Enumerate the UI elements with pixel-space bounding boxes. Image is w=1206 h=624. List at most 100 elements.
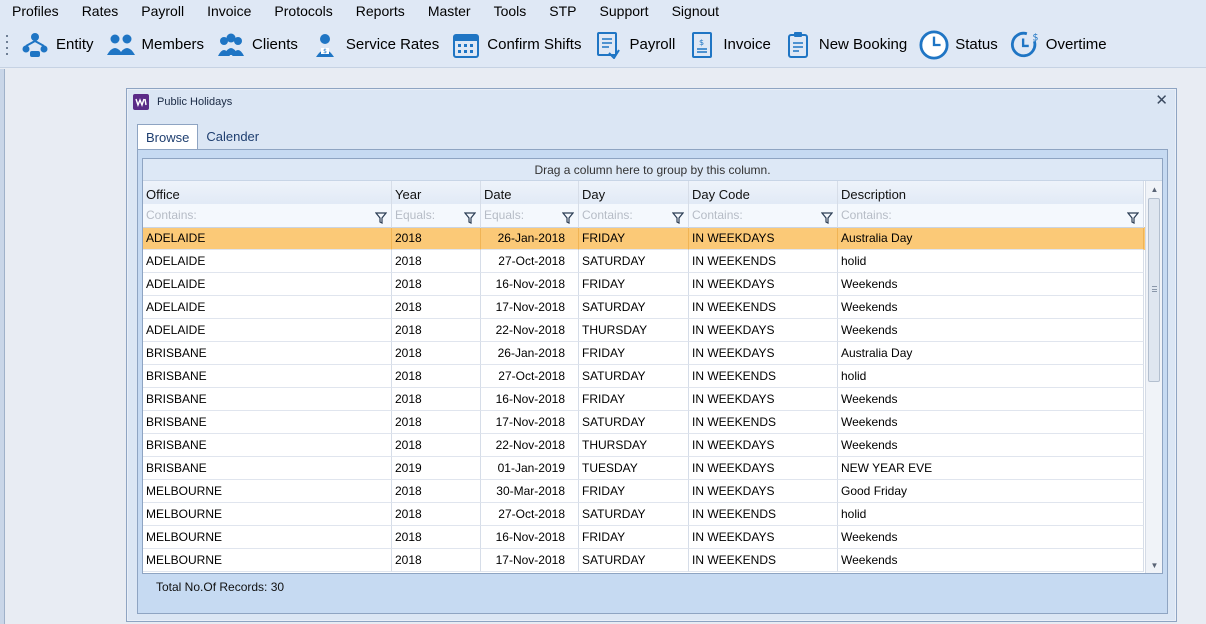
cell-description: Weekends — [838, 434, 1144, 457]
menu-item-reports[interactable]: Reports — [344, 0, 416, 22]
cell-office: MELBOURNE — [143, 549, 392, 572]
menu-item-tools[interactable]: Tools — [482, 0, 538, 22]
table-row[interactable]: ADELAIDE 2018 27-Oct-2018 SATURDAY IN WEEKEN… — [143, 250, 1145, 273]
cell-office: BRISBANE — [143, 411, 392, 434]
cell-day: TUESDAY — [579, 457, 689, 480]
table-row[interactable]: BRISBANE 2018 27-Oct-2018 SATURDAY IN WEEKEN… — [143, 365, 1145, 388]
menu-item-invoice[interactable]: Invoice — [195, 0, 262, 22]
filter-placeholder: Contains: — [692, 208, 743, 222]
filter-cell-office[interactable]: Contains: — [143, 204, 392, 228]
confirm-shifts-button[interactable]: Confirm Shifts — [447, 25, 589, 65]
cell-office: BRISBANE — [143, 365, 392, 388]
cell-year: 2018 — [392, 549, 481, 572]
filter-funnel-icon[interactable] — [820, 209, 834, 224]
filter-cell-year[interactable]: Equals: — [392, 204, 481, 228]
menu-bar: Profiles Rates Payroll Invoice Protocols Repo… — [0, 0, 1206, 22]
menu-item-protocols[interactable]: Protocols — [262, 0, 343, 22]
service-rates-button[interactable]: $ Service Rates — [306, 25, 447, 65]
invoice-button[interactable]: $ Invoice — [683, 25, 779, 65]
column-header-row: Office Year Date Day Day Code Description — [143, 181, 1145, 209]
cell-day-code: IN WEEKENDS — [689, 365, 838, 388]
cell-office: MELBOURNE — [143, 503, 392, 526]
cell-day-code: IN WEEKDAYS — [689, 434, 838, 457]
menu-item-profiles[interactable]: Profiles — [0, 0, 70, 22]
entity-button[interactable]: Entity — [16, 25, 102, 65]
cell-description: NEW YEAR EVE — [838, 457, 1144, 480]
cell-date: 22-Nov-2018 — [481, 319, 579, 342]
window-title-bar[interactable]: Public Holidays ✕ — [127, 89, 1176, 115]
cell-day: SATURDAY — [579, 250, 689, 273]
vertical-scrollbar[interactable]: ▲ ▼ — [1145, 181, 1162, 573]
cell-office: BRISBANE — [143, 388, 392, 411]
tab-calender[interactable]: Calender — [198, 124, 267, 150]
payroll-button[interactable]: Payroll — [589, 25, 683, 65]
cell-year: 2018 — [392, 250, 481, 273]
table-row[interactable]: MELBOURNE 2018 17-Nov-2018 SATURDAY IN WEEKE… — [143, 549, 1145, 572]
cell-year: 2018 — [392, 273, 481, 296]
table-row[interactable]: MELBOURNE 2018 16-Nov-2018 FRIDAY IN WEEKDAY… — [143, 526, 1145, 549]
filter-cell-description[interactable]: Contains: — [838, 204, 1144, 228]
cell-day-code: IN WEEKDAYS — [689, 457, 838, 480]
toolbar-label: New Booking — [818, 36, 908, 53]
menu-item-support[interactable]: Support — [588, 0, 660, 22]
table-row[interactable]: BRISBANE 2018 17-Nov-2018 SATURDAY IN WEEKEN… — [143, 411, 1145, 434]
app-frame-edge — [0, 69, 5, 624]
scroll-thumb[interactable] — [1148, 198, 1160, 382]
table-row[interactable]: MELBOURNE 2018 30-Mar-2018 FRIDAY IN WEEKDAY… — [143, 480, 1145, 503]
table-row[interactable]: BRISBANE 2019 01-Jan-2019 TUESDAY IN WEEKDAY… — [143, 457, 1145, 480]
menu-item-payroll[interactable]: Payroll — [129, 0, 195, 22]
table-row[interactable]: ADELAIDE 2018 22-Nov-2018 THURSDAY IN WEEKDA… — [143, 319, 1145, 342]
scroll-up-icon[interactable]: ▲ — [1146, 181, 1162, 197]
table-row[interactable]: ADELAIDE 2018 26-Jan-2018 FRIDAY IN WEEKDAYS… — [143, 227, 1145, 250]
table-row[interactable]: BRISBANE 2018 26-Jan-2018 FRIDAY IN WEEKDAYS… — [143, 342, 1145, 365]
record-count: Total No.Of Records: 30 — [156, 580, 285, 594]
status-button[interactable]: Status — [915, 25, 1006, 65]
close-icon[interactable]: ✕ — [1155, 93, 1168, 109]
window-title: Public Holidays — [157, 96, 233, 108]
svg-text:$: $ — [323, 48, 327, 55]
menu-item-master[interactable]: Master — [416, 0, 482, 22]
menu-item-rates[interactable]: Rates — [70, 0, 130, 22]
tab-browse[interactable]: Browse — [137, 124, 199, 150]
table-row[interactable]: ADELAIDE 2018 16-Nov-2018 FRIDAY IN WEEKDAYS… — [143, 273, 1145, 296]
cell-description: holid — [838, 503, 1144, 526]
cell-day-code: IN WEEKDAYS — [689, 319, 838, 342]
filter-cell-date[interactable]: Equals: — [481, 204, 579, 228]
invoice-document-icon: $ — [687, 30, 717, 60]
group-by-panel[interactable]: Drag a column here to group by this colu… — [143, 159, 1162, 181]
menu-item-stp[interactable]: STP — [537, 0, 587, 22]
filter-cell-day-code[interactable]: Contains: — [689, 204, 838, 228]
filter-funnel-icon[interactable] — [1126, 209, 1140, 224]
cell-day-code: IN WEEKDAYS — [689, 388, 838, 411]
cell-day-code: IN WEEKDAYS — [689, 526, 838, 549]
filter-placeholder: Contains: — [146, 208, 197, 222]
table-row[interactable]: MELBOURNE 2018 27-Oct-2018 SATURDAY IN WEEKE… — [143, 503, 1145, 526]
filter-funnel-icon[interactable] — [561, 209, 575, 224]
overtime-button[interactable]: $ Overtime — [1006, 25, 1115, 65]
filter-funnel-icon[interactable] — [671, 209, 685, 224]
filter-cell-day[interactable]: Contains: — [579, 204, 689, 228]
svg-text:$: $ — [699, 38, 704, 47]
members-button[interactable]: Members — [102, 25, 213, 65]
menu-item-signout[interactable]: Signout — [660, 0, 730, 22]
cell-day: SATURDAY — [579, 549, 689, 572]
public-holidays-window: Public Holidays ✕ Browse Calender Drag a… — [126, 88, 1177, 622]
toolbar: Entity Members Clients $ Service Rates Confir… — [0, 22, 1206, 68]
filter-placeholder: Equals: — [484, 208, 525, 222]
clients-button[interactable]: Clients — [212, 25, 306, 65]
toolbar-grip[interactable] — [4, 33, 10, 57]
cell-office: ADELAIDE — [143, 296, 392, 319]
filter-funnel-icon[interactable] — [463, 209, 477, 224]
table-row[interactable]: BRISBANE 2018 16-Nov-2018 FRIDAY IN WEEKDAYS… — [143, 388, 1145, 411]
scroll-down-icon[interactable]: ▼ — [1146, 557, 1162, 573]
table-row[interactable]: ADELAIDE 2018 17-Nov-2018 SATURDAY IN WEEKEN… — [143, 296, 1145, 319]
cell-day-code: IN WEEKDAYS — [689, 273, 838, 296]
table-row[interactable]: BRISBANE 2018 22-Nov-2018 THURSDAY IN WEEKDA… — [143, 434, 1145, 457]
entity-icon — [20, 30, 50, 60]
cell-year: 2018 — [392, 411, 481, 434]
cell-date: 16-Nov-2018 — [481, 388, 579, 411]
cell-year: 2018 — [392, 526, 481, 549]
filter-funnel-icon[interactable] — [374, 209, 388, 224]
cell-day-code: IN WEEKDAYS — [689, 480, 838, 503]
new-booking-button[interactable]: New Booking — [779, 25, 915, 65]
